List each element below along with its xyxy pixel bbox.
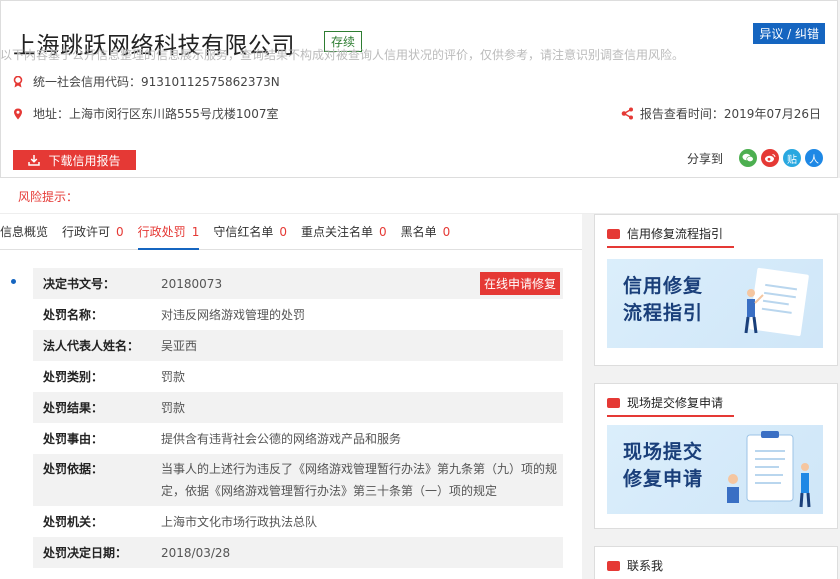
title-underline xyxy=(607,246,734,248)
card-icon xyxy=(607,228,620,239)
tab-bar: 信息概览 行政许可 0 行政处罚 1 守信红名单 0 重点关注名单 0 黑名单 0 xyxy=(0,214,582,250)
credit-code-row: 统一社会信用代码： 91310112575862373N xyxy=(13,73,280,90)
record-bullet xyxy=(11,279,16,284)
main-panel: 信息概览 行政许可 0 行政处罚 1 守信红名单 0 重点关注名单 0 黑名单 0 决定书… xyxy=(0,214,582,579)
detail-row: 处罚机关： 上海市文化市场行政执法总队 xyxy=(43,514,318,530)
risk-notice: 风险提示： xyxy=(0,178,840,214)
tab-admin-license[interactable]: 行政许可 0 xyxy=(62,214,124,250)
badge-icon xyxy=(13,75,23,87)
download-label: 下载信用报告 xyxy=(48,153,121,168)
tieba-icon[interactable]: 贴 xyxy=(783,149,801,167)
download-report-button[interactable]: 下载信用报告 xyxy=(13,150,136,170)
credit-code-label: 统一社会信用代码： xyxy=(33,75,142,89)
renren-icon[interactable]: 人 xyxy=(805,149,823,167)
wechat-icon[interactable] xyxy=(739,149,757,167)
detail-row: 处罚事由： 提供含有违背社会公德的网络游戏产品和服务 xyxy=(43,431,402,447)
detail-row: 处罚决定日期： 2018/03/28 xyxy=(33,537,563,568)
tab-admin-penalty[interactable]: 行政处罚 1 xyxy=(137,214,200,250)
online-repair-button[interactable]: 在线申请修复 xyxy=(479,272,560,295)
download-icon xyxy=(28,155,41,166)
report-time-label: 报告查看时间： xyxy=(639,107,724,121)
company-header: 上海跳跃网络科技有限公司 存续 异议 / 纠错 统一社会信用代码： 913101… xyxy=(0,0,838,178)
contact-card: 联系我 xyxy=(594,546,838,579)
address-row: 地址： 上海市闵行区东川路555号戊楼1007室 xyxy=(13,105,278,122)
report-error-button[interactable]: 异议 / 纠错 xyxy=(753,23,825,44)
share-label: 分享到 xyxy=(686,151,723,166)
risk-title: 风险提示： xyxy=(18,190,79,204)
location-pin-icon xyxy=(14,108,22,119)
document-person-illustration xyxy=(744,267,809,337)
detail-row: 处罚依据： 当事人的上述行为违反了《网络游戏管理暂行办法》第九条第（九）项的规定… xyxy=(33,454,563,506)
detail-row: 处罚结果： 罚款 xyxy=(33,392,563,423)
report-time-value: 2019年07月26日 xyxy=(723,107,821,121)
tab-overview[interactable]: 信息概览 xyxy=(0,214,48,250)
risk-text: 以下内容基于公开信息整理的信息展示服务，查询结果不构成对被查询人信用状况的评价，… xyxy=(0,48,685,62)
credit-code-value: 91310112575862373N xyxy=(141,74,280,89)
title-underline xyxy=(607,415,734,417)
tab-redlist[interactable]: 守信红名单 0 xyxy=(213,214,287,250)
address-label: 地址： xyxy=(33,107,70,121)
submit-repair-card: 现场提交修复申请 现场提交 修复申请 xyxy=(594,383,838,529)
repair-guide-banner[interactable]: 信用修复 流程指引 xyxy=(607,259,823,348)
report-time-row: 报告查看时间： 2019年07月26日 xyxy=(621,105,821,122)
detail-row: 处罚名称： 对违反网络游戏管理的处罚 xyxy=(43,307,306,323)
detail-row: 法人代表人姓名： 吴亚西 xyxy=(33,330,563,361)
tab-watchlist[interactable]: 重点关注名单 0 xyxy=(301,214,387,250)
penalty-detail: 决定书文号： 20180073 在线申请修复 处罚名称： 对违反网络游戏管理的处… xyxy=(33,268,563,568)
address-value: 上海市闵行区东川路555号戊楼1007室 xyxy=(69,107,279,121)
card-icon xyxy=(607,397,620,408)
clipboard-illustration xyxy=(727,431,811,508)
detail-row: 决定书文号： 20180073 在线申请修复 xyxy=(33,268,563,299)
contact-title: 联系我 xyxy=(607,557,663,574)
share-bar: 分享到 贴 人 xyxy=(687,149,823,167)
submit-repair-banner[interactable]: 现场提交 修复申请 xyxy=(607,425,823,514)
repair-guide-card: 信用修复流程指引 信用修复 流程指引 xyxy=(594,214,838,366)
share-nodes-icon xyxy=(621,107,633,120)
submit-repair-title: 现场提交修复申请 xyxy=(607,394,723,411)
card-icon xyxy=(607,560,620,571)
repair-guide-title: 信用修复流程指引 xyxy=(607,225,723,242)
tab-blacklist[interactable]: 黑名单 0 xyxy=(401,214,451,250)
detail-row: 处罚类别： 罚款 xyxy=(43,369,186,385)
weibo-icon[interactable] xyxy=(761,149,779,167)
